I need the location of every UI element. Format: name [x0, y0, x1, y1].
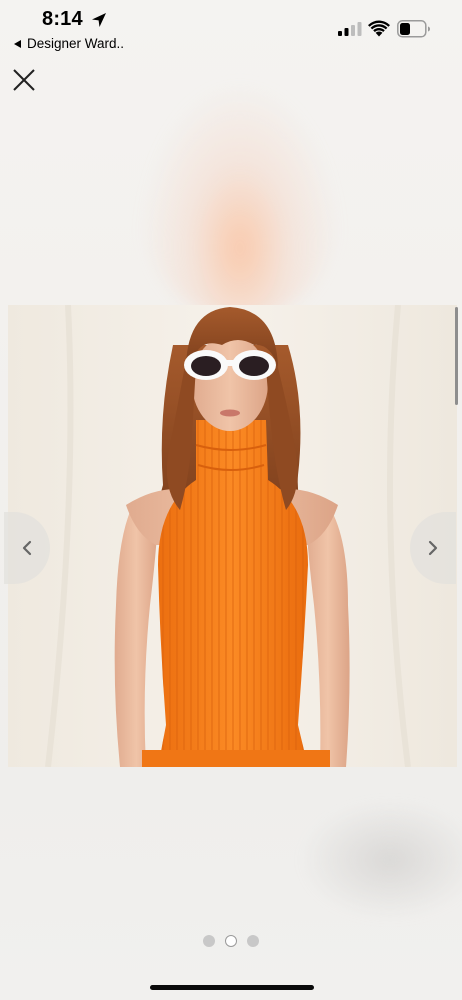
status-bar: 8:14 Designer Ward..: [0, 0, 462, 56]
background-glow: [140, 80, 340, 320]
pagination-dot[interactable]: [247, 935, 259, 947]
status-time: 8:14: [42, 8, 83, 30]
scroll-indicator[interactable]: [455, 307, 458, 405]
photo-viewer-screen: 8:14 Designer Ward..: [0, 0, 462, 1000]
pagination-dot[interactable]: [203, 935, 215, 947]
background-shadow: [300, 800, 462, 920]
location-arrow-icon: [92, 13, 106, 27]
chevron-right-icon: [428, 540, 438, 556]
battery-icon: [397, 20, 430, 38]
pagination-dots: [0, 935, 462, 951]
home-indicator[interactable]: [150, 985, 314, 990]
back-caret-icon: [14, 39, 21, 48]
pagination-dot[interactable]: [225, 935, 237, 947]
chevron-left-icon: [22, 540, 32, 556]
back-to-app-link[interactable]: Designer Ward..: [14, 36, 124, 51]
product-photo-illustration: [8, 305, 457, 767]
close-icon[interactable]: [12, 68, 36, 92]
wifi-icon: [368, 20, 390, 37]
product-photo[interactable]: [8, 305, 457, 767]
cellular-signal-icon: [338, 22, 362, 36]
back-app-label: Designer Ward..: [27, 36, 125, 51]
